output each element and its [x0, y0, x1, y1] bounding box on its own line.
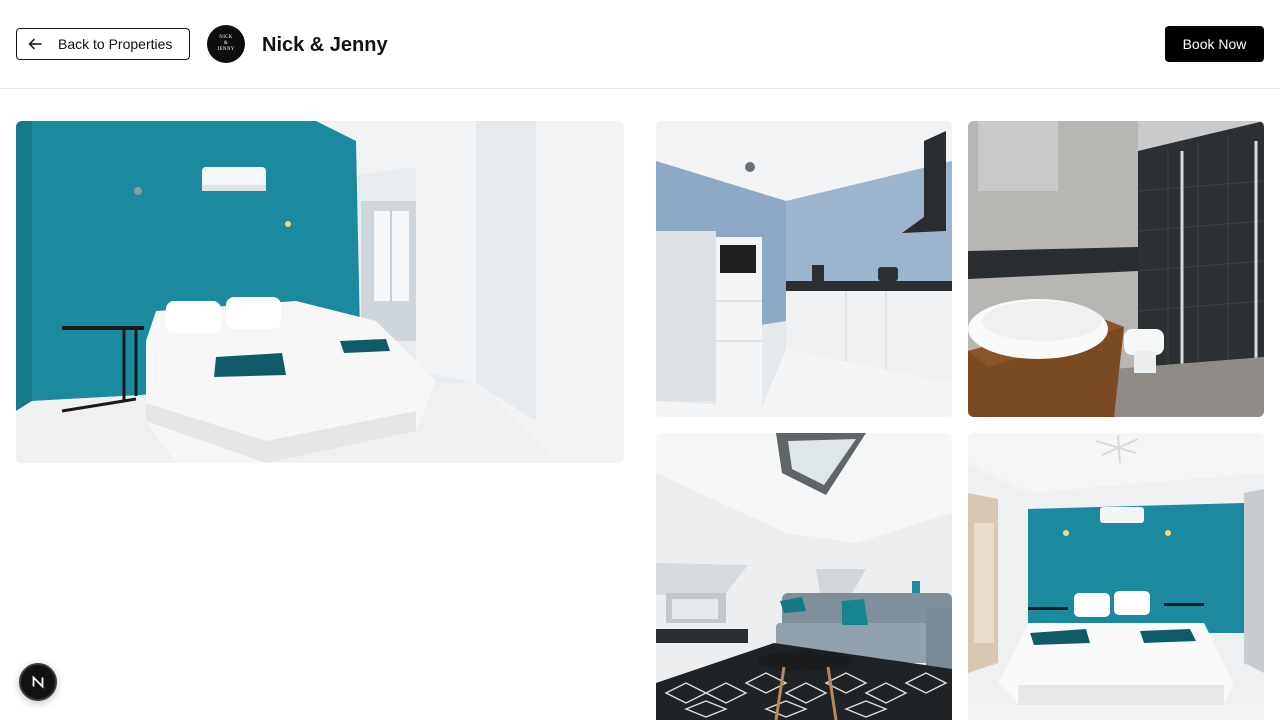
arrow-left-icon: [28, 37, 42, 51]
living-room-photo[interactable]: [656, 433, 952, 720]
brand-logo[interactable]: NICK & JENNY: [207, 25, 245, 63]
nextjs-icon: [32, 675, 44, 689]
kitchen-photo[interactable]: [656, 121, 952, 417]
nextjs-dev-badge[interactable]: [19, 663, 57, 701]
bedroom-teal-wall-photo[interactable]: [16, 121, 624, 463]
top-header: Back to Properties NICK & JENNY Nick & J…: [0, 0, 1280, 89]
back-label: Back to Properties: [58, 36, 173, 52]
logo-line-3: JENNY: [217, 47, 235, 52]
bedroom-second-photo[interactable]: [968, 433, 1264, 720]
brand-name: Nick & Jenny: [262, 34, 388, 56]
back-to-properties-button[interactable]: Back to Properties: [16, 28, 190, 60]
bathroom-photo[interactable]: [968, 121, 1264, 417]
book-now-button[interactable]: Book Now: [1165, 26, 1264, 62]
